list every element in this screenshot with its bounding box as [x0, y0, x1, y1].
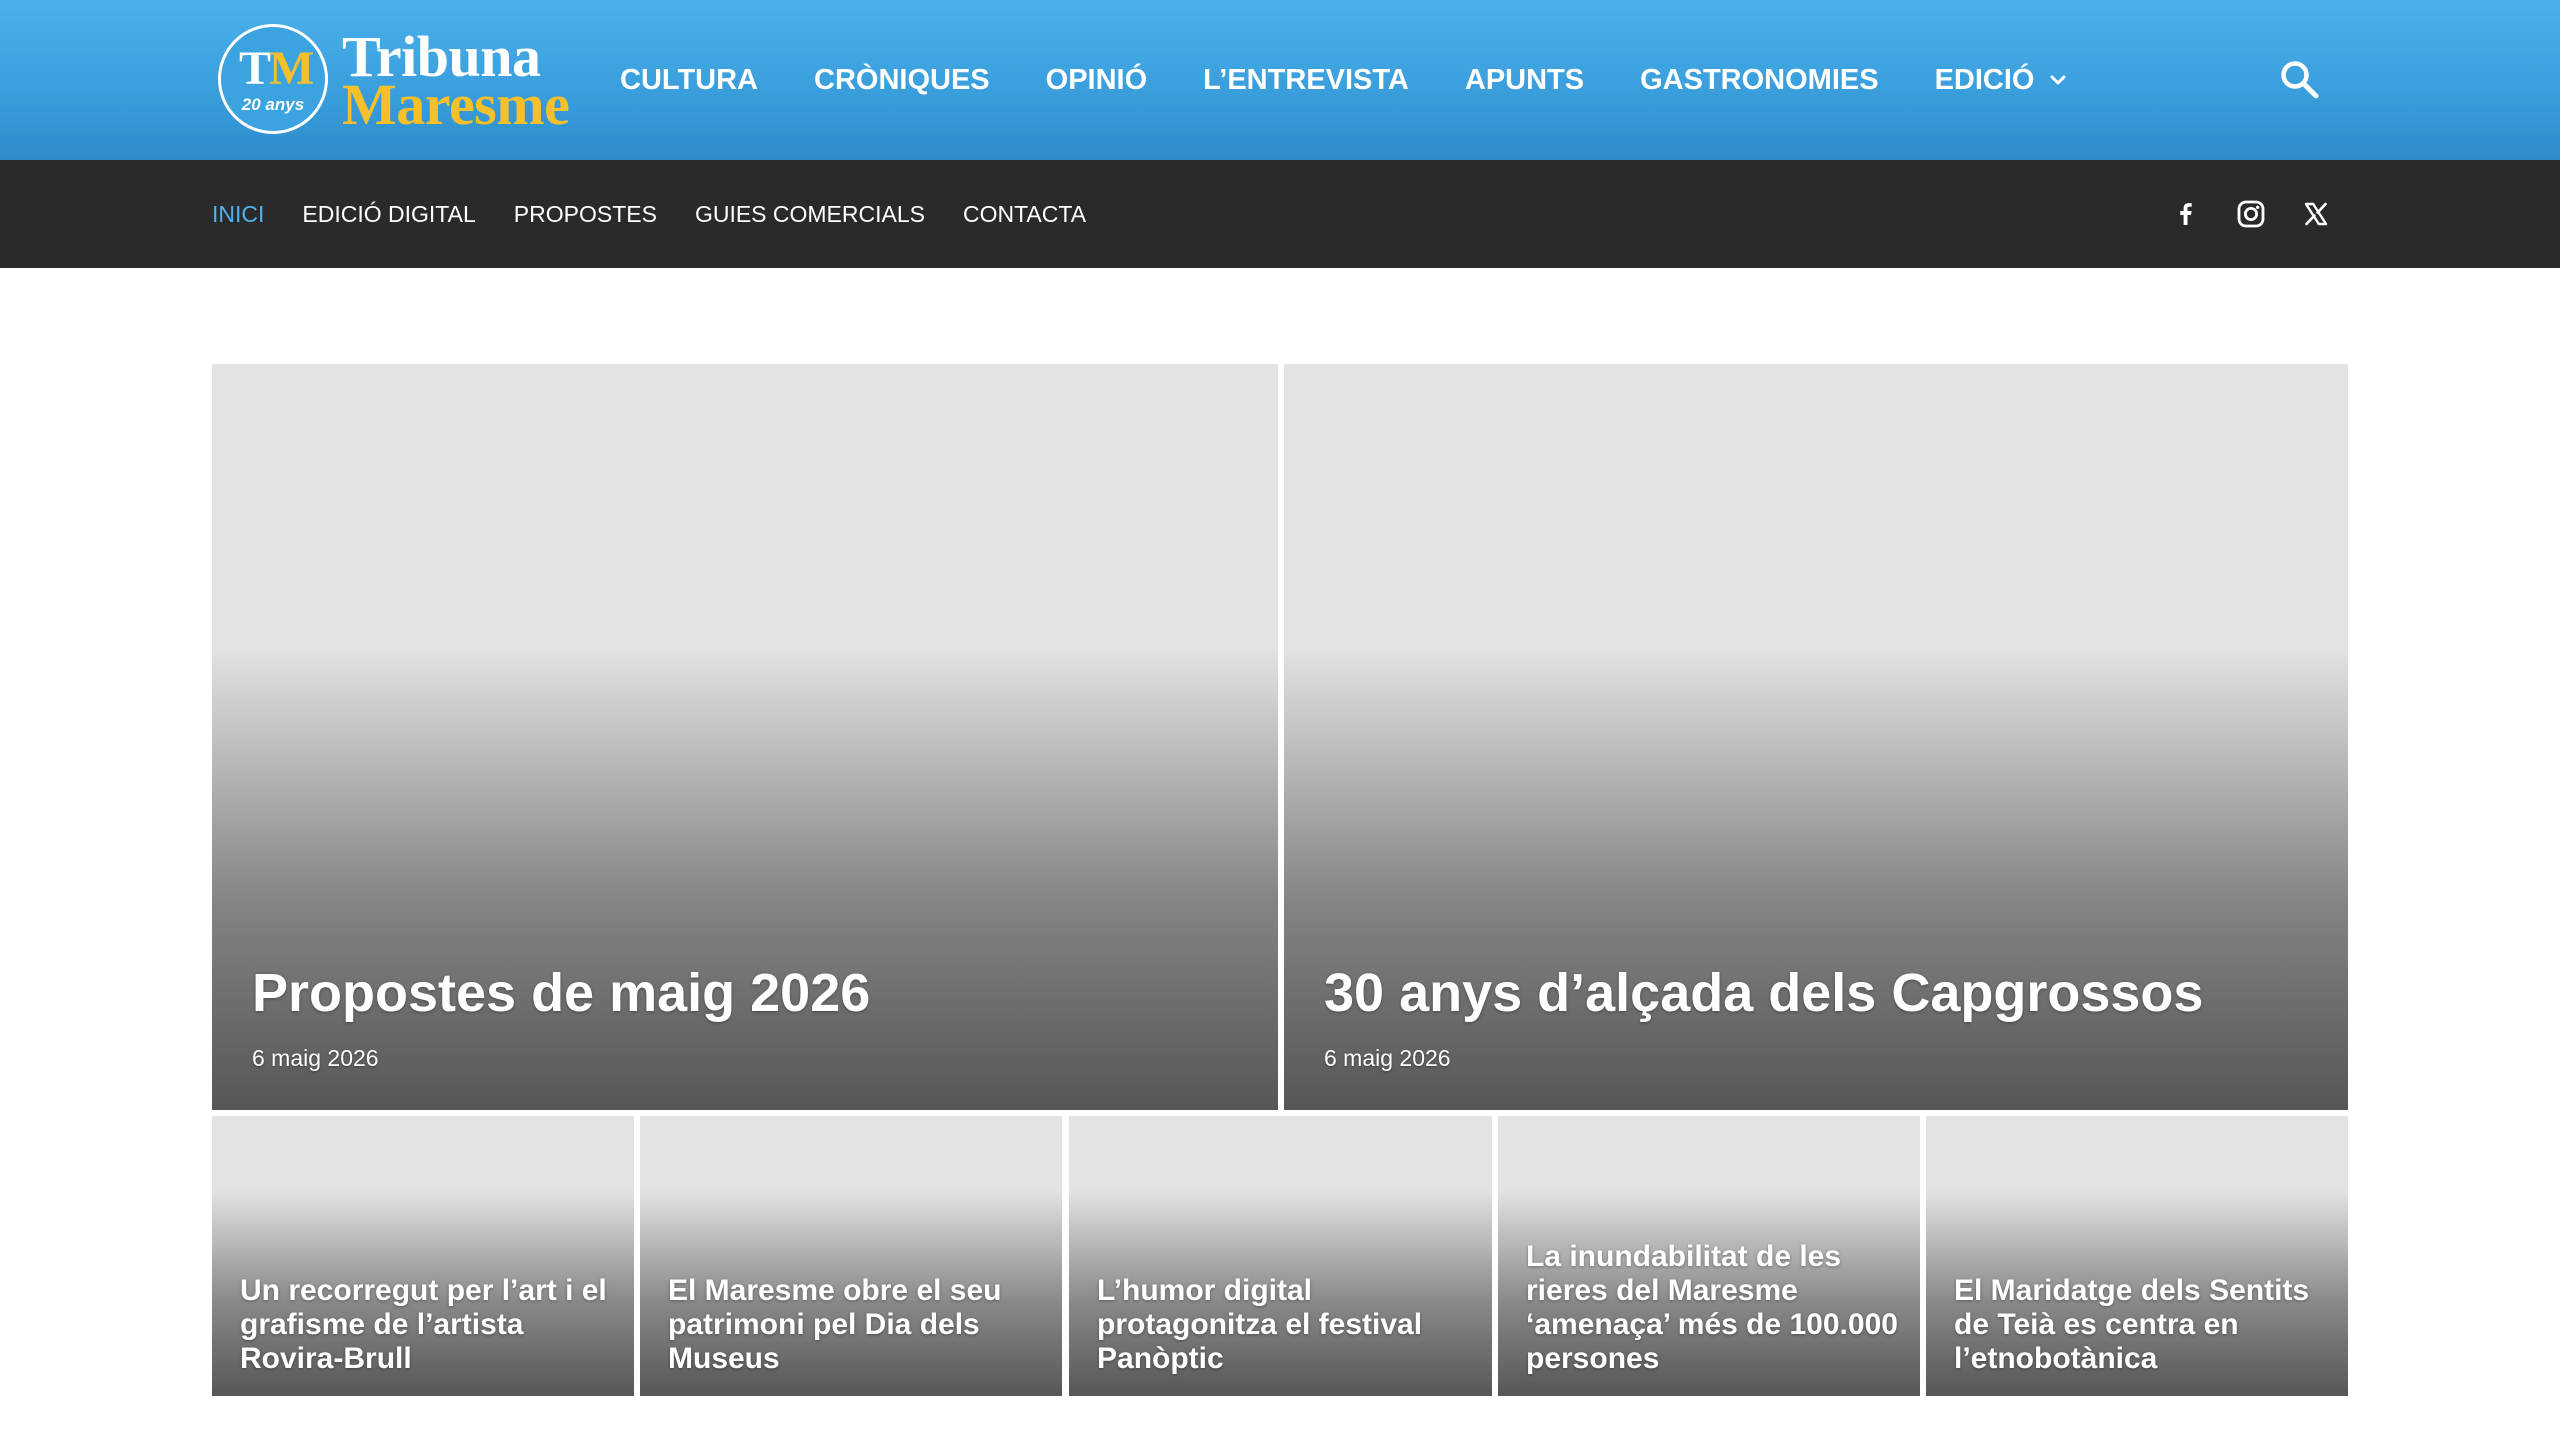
logo-monogram: TM — [239, 42, 314, 95]
featured-article-1[interactable]: Propostes de maig 2026 6 maig 2026 — [212, 364, 1278, 1110]
nav-cultura[interactable]: CULTURA — [620, 64, 758, 97]
subnav-inici[interactable]: INICI — [212, 201, 264, 228]
logo-name-line2: Maresme — [342, 72, 570, 137]
featured-article-2[interactable]: 30 anys d’alçada dels Capgrossos 6 maig … — [1284, 364, 2348, 1110]
image-overlay — [1284, 647, 2348, 1110]
x-twitter-icon — [2304, 202, 2328, 226]
subnav-edicio-digital[interactable]: EDICIÓ DIGITAL — [302, 201, 475, 228]
article-card-title: Un recorregut per l’art i el grafisme de… — [240, 1274, 607, 1376]
nav-apunts[interactable]: APUNTS — [1465, 64, 1584, 97]
site-logo[interactable]: TM 20 anys Tribuna Maresme — [218, 24, 578, 136]
nav-lentrevista[interactable]: L’ENTREVISTA — [1203, 64, 1409, 97]
logo-badge: TM 20 anys — [218, 24, 328, 134]
instagram-icon — [2237, 200, 2265, 228]
nav-edicio-label: EDICIÓ — [1934, 63, 2035, 96]
main-nav: CULTURA CRÒNIQUES OPINIÓ L’ENTREVISTA AP… — [620, 0, 2124, 160]
article-card-1[interactable]: Un recorregut per l’art i el grafisme de… — [212, 1116, 634, 1396]
subnav-propostes[interactable]: PROPOSTES — [514, 201, 657, 228]
facebook-icon — [2180, 203, 2192, 225]
article-card-4[interactable]: La inundabilitat de les rieres del Mares… — [1498, 1116, 1920, 1396]
featured-article-title: Propostes de maig 2026 — [252, 962, 871, 1023]
logo-monogram-m: M — [269, 42, 314, 95]
article-card-2[interactable]: El Maresme obre el seu patrimoni pel Dia… — [640, 1116, 1062, 1396]
article-card-title: El Maridatge dels Sentits de Teià es cen… — [1954, 1274, 2310, 1376]
article-card-title: El Maresme obre el seu patrimoni pel Dia… — [668, 1274, 1002, 1376]
nav-opinio[interactable]: OPINIÓ — [1046, 64, 1148, 97]
image-overlay — [212, 647, 1278, 1110]
featured-article-date: 6 maig 2026 — [1324, 1045, 1451, 1071]
chevron-down-icon — [2050, 75, 2066, 85]
featured-article-title: 30 anys d’alçada dels Capgrossos — [1324, 962, 2204, 1023]
logo-monogram-t: T — [239, 42, 271, 95]
nav-croniques[interactable]: CRÒNIQUES — [814, 64, 990, 97]
search-icon[interactable] — [2278, 58, 2322, 102]
social-facebook[interactable] — [2172, 160, 2200, 268]
article-card-title: La inundabilitat de les rieres del Mares… — [1526, 1240, 1898, 1376]
nav-edicio[interactable]: EDICIÓ — [1935, 64, 2069, 97]
article-card-title: L’humor digital protagonitza el festival… — [1097, 1274, 1423, 1376]
site-header: TM 20 anys Tribuna Maresme CULTURA CRÒNI… — [0, 0, 2560, 160]
social-instagram[interactable] — [2236, 160, 2266, 268]
article-card-3[interactable]: L’humor digital protagonitza el festival… — [1069, 1116, 1492, 1396]
secondary-bar: INICI EDICIÓ DIGITAL PROPOSTES GUIES COM… — [0, 160, 2560, 268]
logo-years: 20 anys — [241, 95, 305, 114]
social-x[interactable] — [2303, 160, 2329, 268]
featured-article-date: 6 maig 2026 — [252, 1045, 379, 1071]
nav-gastronomies[interactable]: GASTRONOMIES — [1640, 64, 1878, 97]
subnav-guies-comercials[interactable]: GUIES COMERCIALS — [695, 201, 925, 228]
subnav-contacta[interactable]: CONTACTA — [963, 201, 1086, 228]
secondary-nav: INICI EDICIÓ DIGITAL PROPOSTES GUIES COM… — [212, 160, 1124, 268]
article-card-5[interactable]: El Maridatge dels Sentits de Teià es cen… — [1926, 1116, 2348, 1396]
